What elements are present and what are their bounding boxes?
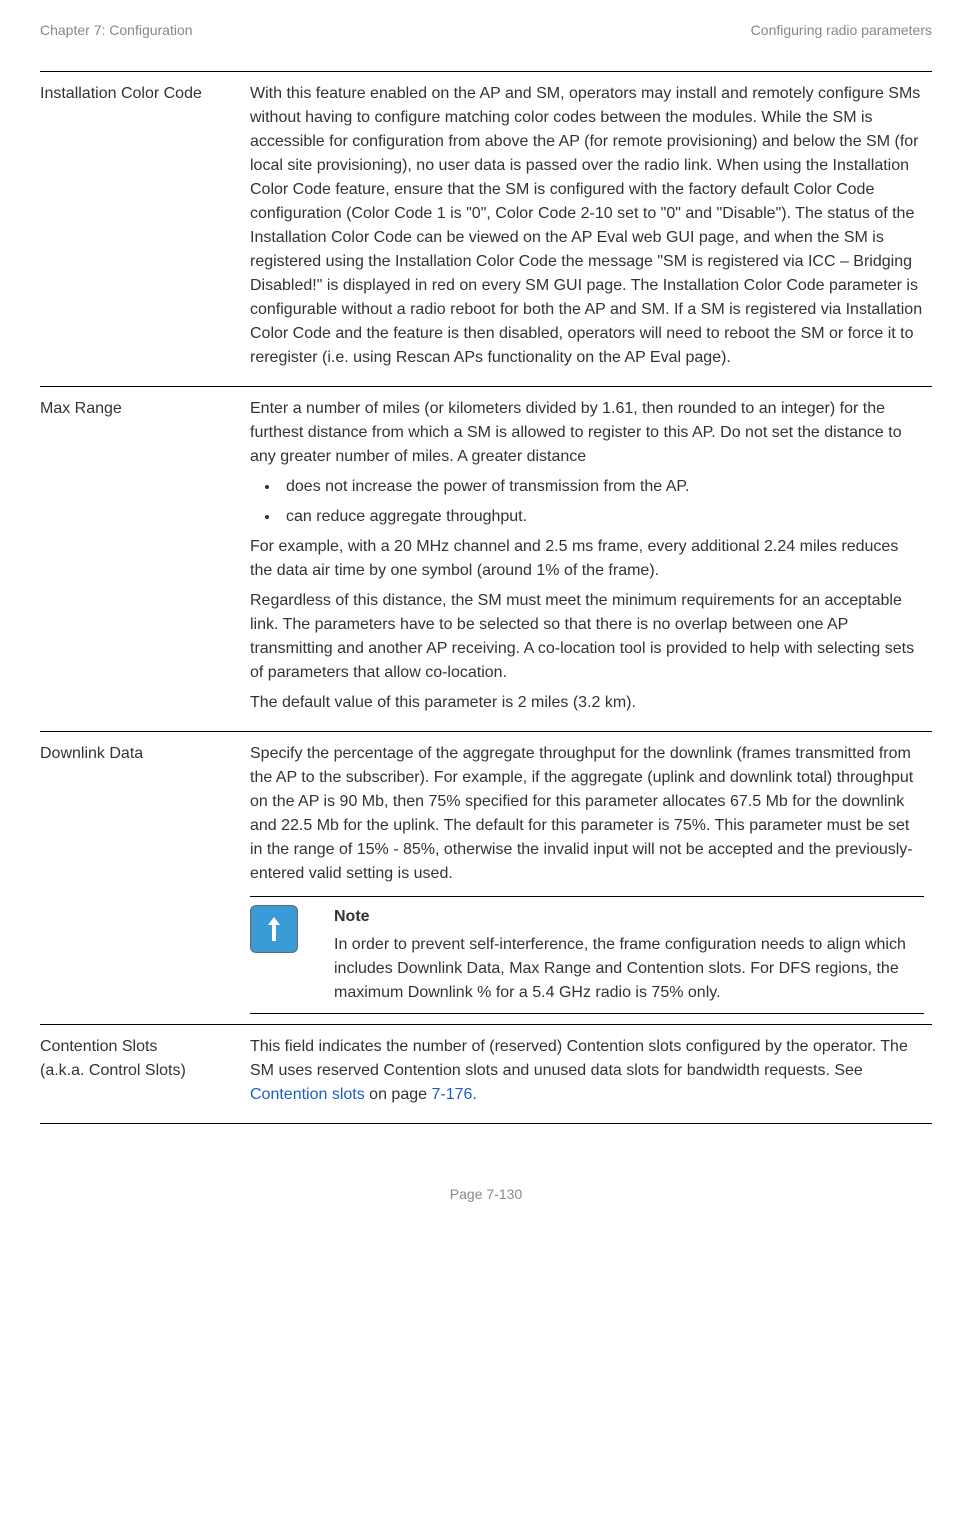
contention-slots-label-line2: (a.k.a. Control Slots) — [40, 1059, 242, 1083]
row-desc-contention-slots: This field indicates the number of (rese… — [250, 1025, 932, 1124]
contention-text-before: This field indicates the number of (rese… — [250, 1038, 908, 1079]
note-title: Note — [334, 905, 924, 929]
row-desc-installation-color-code: With this feature enabled on the AP and … — [250, 72, 932, 387]
row-desc-downlink-data: Specify the percentage of the aggregate … — [250, 732, 932, 1025]
installation-color-code-text: With this feature enabled on the AP and … — [250, 82, 924, 370]
page-footer: Page 7-130 — [40, 1124, 932, 1205]
contention-slots-link[interactable]: Contention slots — [250, 1086, 365, 1103]
max-range-bullets: does not increase the power of transmiss… — [280, 475, 924, 529]
note-content: Note In order to prevent self-interferen… — [314, 905, 924, 1005]
contention-page-link[interactable]: 7-176 — [431, 1086, 472, 1103]
row-label-max-range: Max Range — [40, 387, 250, 732]
max-range-after-3: The default value of this parameter is 2… — [250, 691, 924, 715]
list-item: can reduce aggregate throughput. — [280, 505, 924, 529]
row-label-installation-color-code: Installation Color Code — [40, 72, 250, 387]
parameter-table: Installation Color Code With this featur… — [40, 71, 932, 1124]
header-right: Configuring radio parameters — [751, 20, 932, 41]
row-label-downlink-data: Downlink Data — [40, 732, 250, 1025]
page-header: Chapter 7: Configuration Configuring rad… — [40, 20, 932, 71]
row-desc-max-range: Enter a number of miles (or kilometers d… — [250, 387, 932, 732]
header-left: Chapter 7: Configuration — [40, 20, 193, 41]
downlink-data-text: Specify the percentage of the aggregate … — [250, 742, 924, 886]
max-range-after-1: For example, with a 20 MHz channel and 2… — [250, 535, 924, 583]
contention-text-after: . — [472, 1086, 476, 1103]
note-box: Note In order to prevent self-interferen… — [250, 896, 924, 1014]
note-body: In order to prevent self-interference, t… — [334, 933, 924, 1005]
row-label-contention-slots: Contention Slots (a.k.a. Control Slots) — [40, 1025, 250, 1124]
max-range-intro: Enter a number of miles (or kilometers d… — [250, 397, 924, 469]
max-range-after-2: Regardless of this distance, the SM must… — [250, 589, 924, 685]
list-item: does not increase the power of transmiss… — [280, 475, 924, 499]
contention-text-middle: on page — [365, 1086, 432, 1103]
note-icon — [250, 905, 298, 953]
contention-slots-label-line1: Contention Slots — [40, 1035, 242, 1059]
contention-slots-text: This field indicates the number of (rese… — [250, 1035, 924, 1107]
